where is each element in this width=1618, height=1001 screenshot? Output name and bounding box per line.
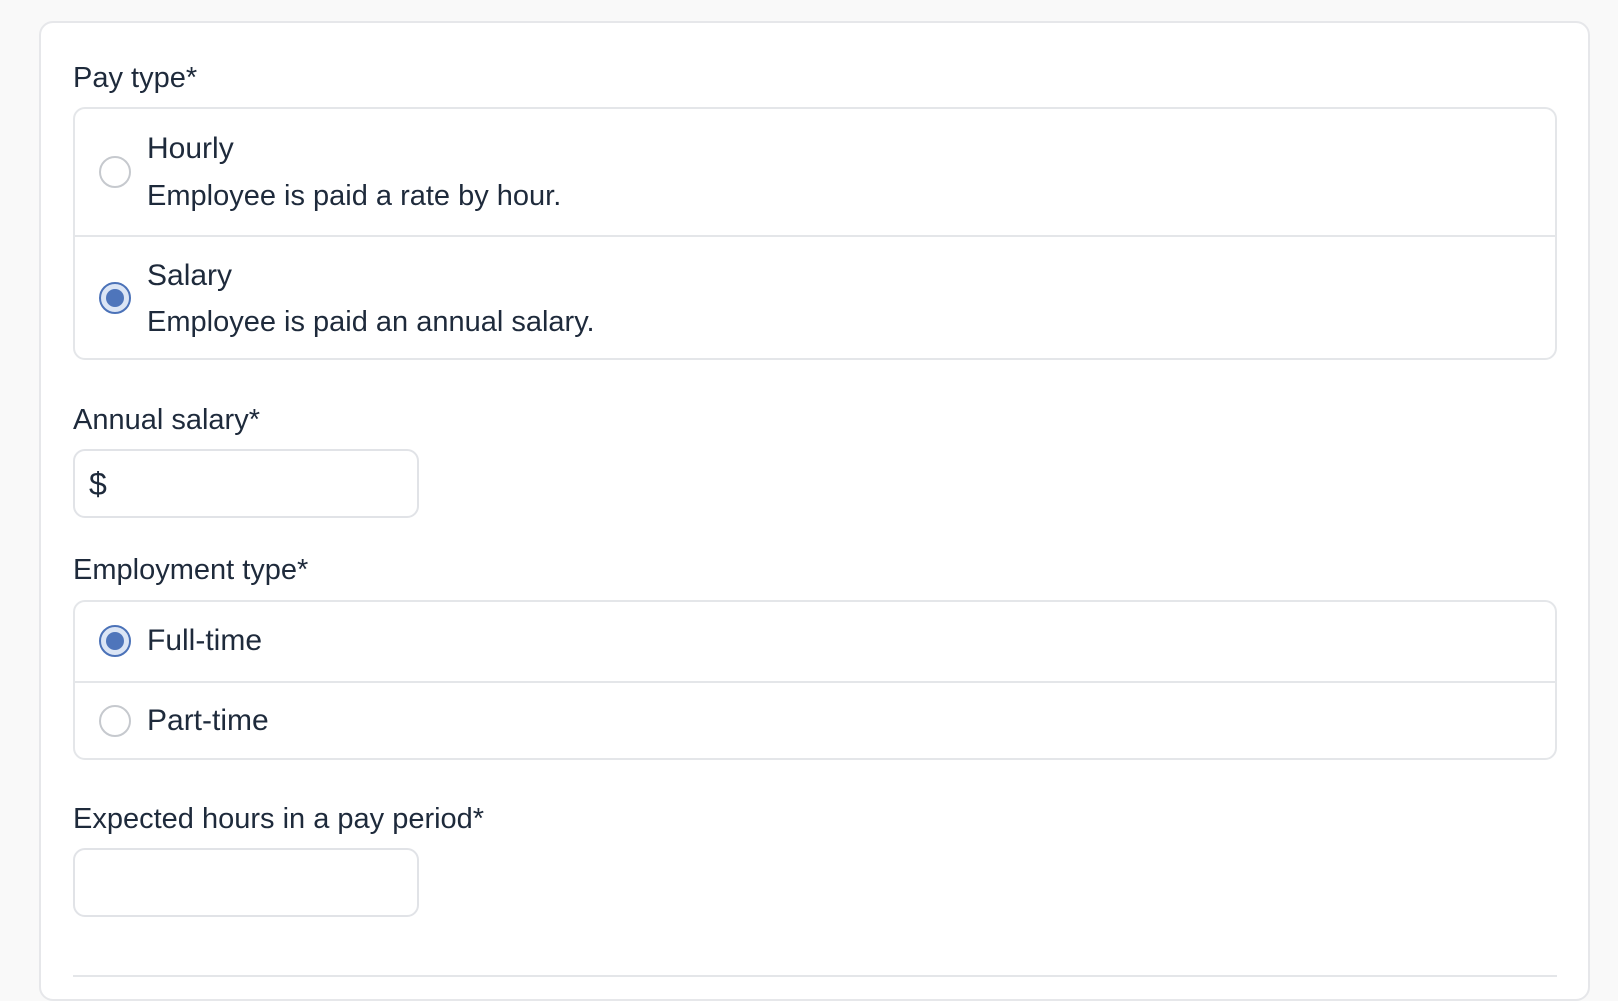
full-time-radio[interactable]: [99, 625, 131, 657]
hourly-title: Hourly: [147, 132, 234, 165]
pay-type-option-hourly[interactable]: Hourly Employee is paid a rate by hour.: [75, 109, 1555, 235]
part-time-title: Part-time: [147, 704, 269, 737]
hourly-radio[interactable]: [99, 156, 131, 188]
employment-option-full-time[interactable]: Full-time: [75, 602, 1555, 681]
hourly-description: Employee is paid a rate by hour.: [147, 180, 562, 212]
currency-prefix: $: [89, 466, 107, 502]
salary-radio[interactable]: [99, 282, 131, 314]
part-time-radio[interactable]: [99, 705, 131, 737]
pay-settings-card: Pay type* Hourly Employee is paid a rate…: [39, 21, 1590, 1001]
pay-type-radio-group: Hourly Employee is paid a rate by hour. …: [73, 107, 1557, 360]
expected-hours-input[interactable]: [89, 858, 409, 908]
pay-type-option-salary[interactable]: Salary Employee is paid an annual salary…: [75, 235, 1555, 358]
employment-type-radio-group: Full-time Part-time: [73, 600, 1557, 760]
pay-type-label: Pay type*: [73, 62, 198, 94]
salary-description: Employee is paid an annual salary.: [147, 306, 595, 338]
section-divider: [73, 975, 1557, 977]
annual-salary-field[interactable]: $: [73, 449, 419, 518]
salary-title: Salary: [147, 259, 233, 292]
annual-salary-label: Annual salary*: [73, 404, 260, 436]
employment-type-label: Employment type*: [73, 554, 309, 586]
full-time-title: Full-time: [147, 624, 263, 657]
annual-salary-input[interactable]: [115, 459, 409, 509]
expected-hours-label: Expected hours in a pay period*: [73, 803, 485, 835]
employment-option-part-time[interactable]: Part-time: [75, 681, 1555, 758]
expected-hours-field[interactable]: [73, 848, 419, 917]
